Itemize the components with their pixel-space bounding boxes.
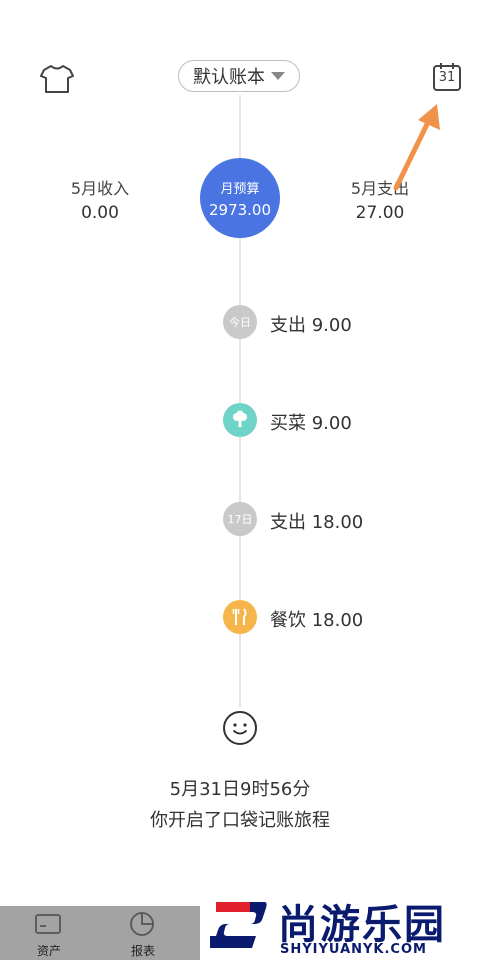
ledger-name: 默认账本 xyxy=(193,67,265,88)
budget-value: 2973.00 xyxy=(208,200,272,219)
tab-assets-label: 资产 xyxy=(36,944,61,958)
pie-chart-icon xyxy=(130,912,154,936)
ledger-selector[interactable]: 默认账本 xyxy=(178,60,300,92)
vegetable-icon xyxy=(223,403,257,437)
budget-circle[interactable]: 月预算 2973.00 xyxy=(200,158,280,238)
timeline-item[interactable]: 支出 18.00 xyxy=(270,508,363,534)
timeline-item[interactable]: 支出 9.00 xyxy=(270,311,352,337)
chevron-down-icon xyxy=(271,72,285,80)
watermark-logo xyxy=(210,902,267,948)
app-screen: 默认账本 31 5月收入 0.00 月预算 2973.00 5月支出 27.00… xyxy=(0,0,480,960)
timeline-item[interactable]: 餐饮 18.00 xyxy=(270,606,363,632)
annotation-arrow xyxy=(393,104,440,191)
smiley-icon xyxy=(223,711,257,745)
income-label: 5月收入 xyxy=(70,179,130,198)
calendar-button[interactable]: 31 xyxy=(432,62,462,92)
tshirt-icon[interactable] xyxy=(40,64,74,94)
timeline-item[interactable]: 买菜 9.00 xyxy=(270,409,352,435)
tab-reports[interactable]: 报表 xyxy=(108,906,178,960)
journey-start-message: 你开启了口袋记账旅程 xyxy=(150,810,330,831)
watermark: 尚游乐园 SHYIYUANYK.COM xyxy=(200,892,480,960)
fork-knife-icon xyxy=(223,600,257,634)
today-badge-label: 今日 xyxy=(229,316,251,329)
tab-assets[interactable]: 资产 xyxy=(14,906,84,960)
date-badge-label: 17日 xyxy=(227,513,253,526)
card-icon xyxy=(35,914,61,934)
expense-value: 27.00 xyxy=(355,203,405,223)
budget-label: 月预算 xyxy=(220,181,260,197)
date-badge: 17日 xyxy=(223,502,257,536)
calendar-day: 31 xyxy=(438,70,456,85)
today-badge: 今日 xyxy=(223,305,257,339)
journey-start-time: 5月31日9时56分 xyxy=(169,779,311,800)
income-value: 0.00 xyxy=(81,203,119,223)
tab-reports-label: 报表 xyxy=(130,944,155,958)
income-summary[interactable]: 5月收入 0.00 xyxy=(45,175,155,223)
watermark-subtitle: SHYIYUANYK.COM xyxy=(280,942,427,957)
